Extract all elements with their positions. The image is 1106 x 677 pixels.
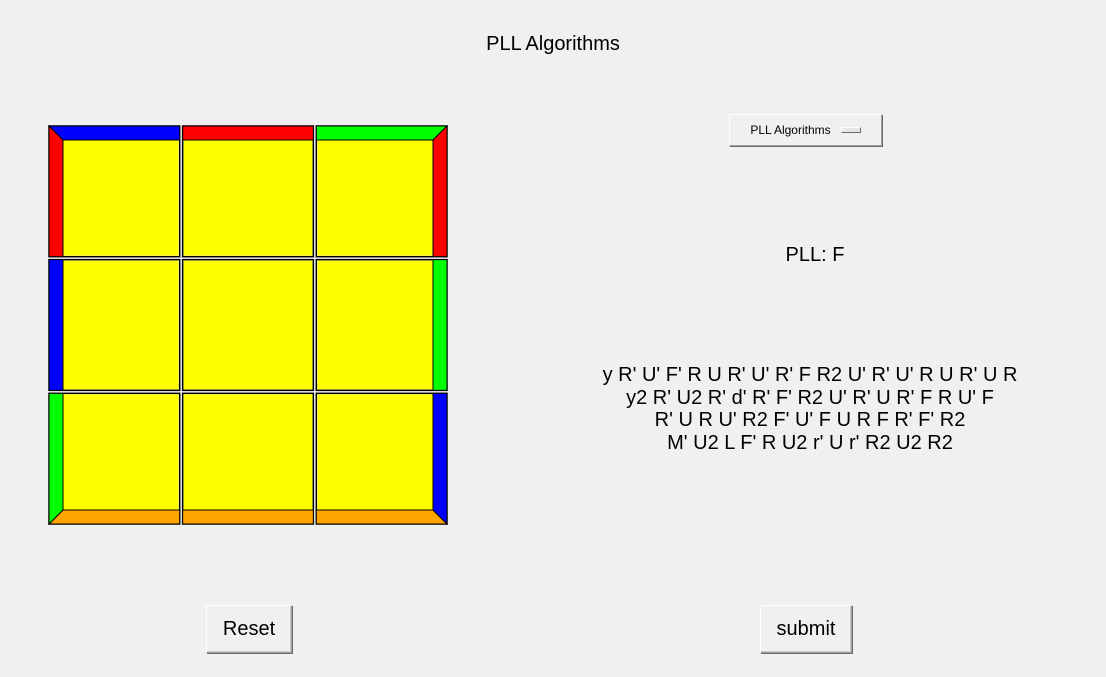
top-face-sticker (183, 260, 313, 390)
back-side-sticker (182, 125, 314, 141)
algorithm-set-menu[interactable]: PLL Algorithms (729, 114, 882, 146)
submit-button[interactable]: submit (760, 605, 852, 653)
cube-top-view (48, 125, 448, 525)
cube-diagram (48, 125, 448, 525)
pll-case-label: PLL: F (785, 244, 845, 266)
front-side-sticker (48, 509, 181, 525)
right-side-sticker (432, 392, 448, 525)
front-side-sticker (315, 509, 448, 525)
dropdown-indicator-icon (840, 127, 861, 133)
window-title: PLL Algorithms (486, 33, 620, 55)
algorithm-set-menu-label: PLL Algorithms (750, 123, 831, 137)
top-face-sticker (183, 140, 313, 256)
left-side-sticker (48, 259, 64, 391)
top-face-sticker (317, 394, 433, 510)
reset-button[interactable]: Reset (206, 605, 292, 653)
top-face-sticker (63, 140, 179, 256)
right-side-sticker (432, 125, 448, 258)
left-side-sticker (48, 392, 64, 525)
back-side-sticker (315, 125, 448, 141)
back-side-sticker (48, 125, 181, 141)
left-side-sticker (48, 125, 64, 258)
algorithm-line: R' U R U' R2 F' U' F U R F R' F' R2 (654, 409, 966, 431)
top-face-sticker (317, 260, 433, 390)
algorithm-list: y R' U' F' R U R' U' R' F R2 U' R' U' R … (500, 364, 1106, 454)
front-side-sticker (182, 509, 314, 525)
algorithm-line: y2 R' U2 R' d' R' F' R2 U' R' U R' F R U… (626, 386, 994, 409)
top-face-sticker (317, 140, 433, 256)
algorithm-line: M' U2 L F' R U2 r' U r' R2 U2 R2 (667, 431, 953, 454)
top-face-sticker (183, 394, 313, 510)
top-face-sticker (63, 260, 179, 390)
right-side-sticker (432, 259, 448, 391)
algorithm-line: y R' U' F' R U R' U' R' F R2 U' R' U' R … (602, 364, 1018, 386)
top-face-sticker (63, 394, 179, 510)
